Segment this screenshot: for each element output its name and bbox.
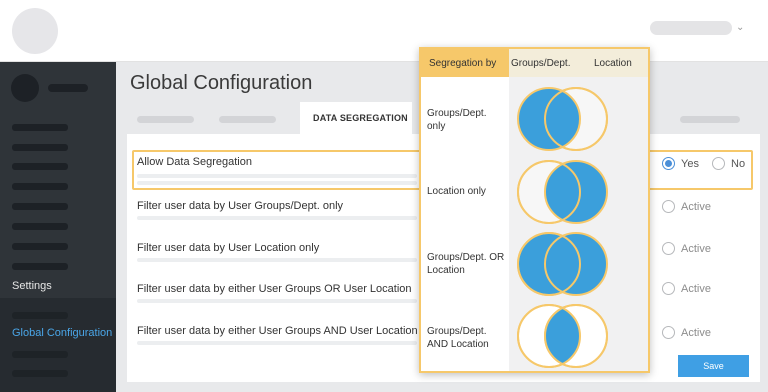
row-label: Filter user data by either User Groups A… xyxy=(137,325,418,337)
user-menu[interactable] xyxy=(650,21,732,35)
tab[interactable] xyxy=(680,116,740,123)
active-radio-label: Active xyxy=(681,243,711,255)
row-description xyxy=(137,299,417,303)
sidebar-item[interactable] xyxy=(12,144,68,151)
sidebar-item[interactable] xyxy=(12,263,68,270)
header-groups: Groups/Dept. xyxy=(511,58,571,69)
tab-data-segregation-label: DATA SEGREGATION xyxy=(313,113,408,123)
sidebar-item-global-configuration[interactable]: Global Configuration xyxy=(12,327,112,339)
row-description xyxy=(137,258,417,262)
active-radio[interactable] xyxy=(662,282,675,295)
row-label: Filter user data by User Location only xyxy=(137,242,320,254)
row-description xyxy=(137,174,417,178)
tab[interactable] xyxy=(137,116,194,123)
row-label-groups-and-location: Groups/Dept. AND Location xyxy=(427,326,489,350)
sidebar-item[interactable] xyxy=(12,124,68,131)
sidebar-subitem[interactable] xyxy=(12,312,68,319)
row-label: Allow Data Segregation xyxy=(137,156,252,168)
header-location: Location xyxy=(594,58,632,69)
row-label-groups-only: Groups/Dept. only xyxy=(427,108,487,132)
venn-union-icon xyxy=(517,232,608,296)
active-radio[interactable] xyxy=(662,242,675,255)
sidebar-user-name xyxy=(48,84,88,92)
yes-radio[interactable] xyxy=(662,157,675,170)
active-radio-label: Active xyxy=(681,283,711,295)
segregation-legend-popup: Segregation by Groups/Dept. Location Gro… xyxy=(419,47,650,373)
header-segregation-by: Segregation by xyxy=(429,58,497,69)
top-bar: ⌄ xyxy=(0,0,768,62)
row-description xyxy=(137,216,417,220)
sidebar-subitem[interactable] xyxy=(12,370,68,377)
app-logo xyxy=(12,8,58,54)
no-radio[interactable] xyxy=(712,157,725,170)
avatar[interactable] xyxy=(11,74,39,102)
venn-groups-only-icon xyxy=(517,87,608,151)
row-label: Filter user data by either User Groups O… xyxy=(137,283,412,295)
sidebar-item[interactable] xyxy=(12,223,68,230)
sidebar-item[interactable] xyxy=(12,183,68,190)
row-label-location-only: Location only xyxy=(427,186,486,197)
sidebar: Settings Global Configuration xyxy=(0,62,116,392)
chevron-down-icon[interactable]: ⌄ xyxy=(736,18,744,38)
row-description xyxy=(137,181,417,185)
venn-location-only-icon xyxy=(517,160,608,224)
sidebar-item[interactable] xyxy=(12,243,68,250)
row-label: Filter user data by User Groups/Dept. on… xyxy=(137,200,344,212)
sidebar-item[interactable] xyxy=(12,163,68,170)
venn-intersection-icon xyxy=(517,304,608,368)
no-radio-label: No xyxy=(731,158,746,170)
active-radio-label: Active xyxy=(681,327,711,339)
active-radio[interactable] xyxy=(662,200,675,213)
active-radio-label: Active xyxy=(681,201,711,213)
tab[interactable] xyxy=(219,116,276,123)
row-description xyxy=(137,341,417,345)
row-label-groups-or-location: Groups/Dept. OR Location xyxy=(427,252,505,276)
active-radio[interactable] xyxy=(662,326,675,339)
sidebar-item[interactable] xyxy=(12,203,68,210)
sidebar-item-settings[interactable]: Settings xyxy=(12,280,52,292)
yes-radio-label: Yes xyxy=(681,158,699,170)
sidebar-subitem[interactable] xyxy=(12,351,68,358)
page-title: Global Configuration xyxy=(130,72,313,94)
save-button[interactable]: Save xyxy=(678,355,749,377)
